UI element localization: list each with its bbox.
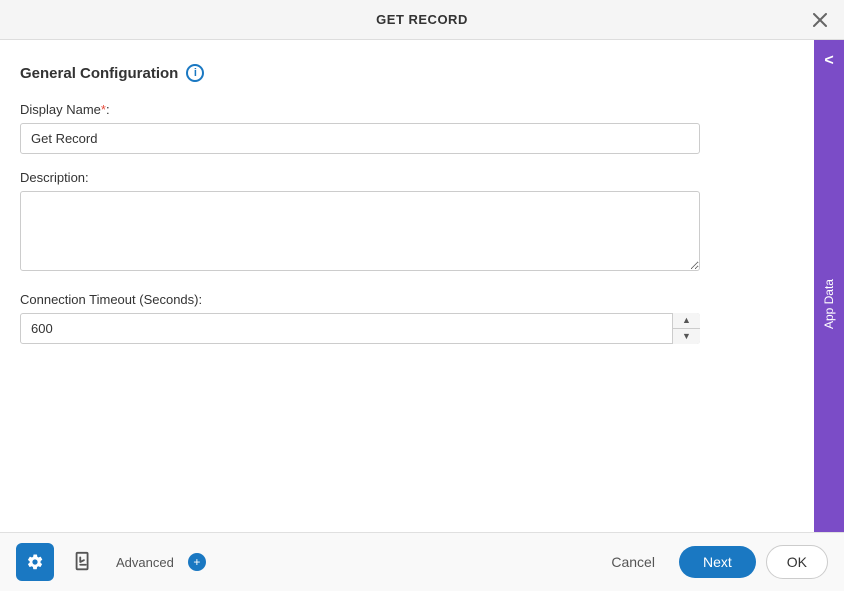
connection-timeout-label: Connection Timeout (Seconds): <box>20 292 794 307</box>
title-bar: GET RECORD <box>0 0 844 40</box>
form-area: General Configuration i Display Name*: D… <box>0 40 814 532</box>
connection-timeout-group: Connection Timeout (Seconds): ▲ ▼ <box>20 292 794 344</box>
section-title: General Configuration <box>20 65 178 82</box>
ok-button[interactable]: OK <box>766 545 828 579</box>
display-name-input[interactable] <box>20 123 700 154</box>
advanced-plus-button[interactable]: + <box>188 553 206 571</box>
spinner-wrapper: ▲ ▼ <box>20 313 700 344</box>
modal-title: GET RECORD <box>376 12 468 27</box>
next-button[interactable]: Next <box>679 546 756 578</box>
connection-timeout-input[interactable] <box>20 313 700 344</box>
toolbar-icons: Advanced + <box>16 543 597 581</box>
display-name-label: Display Name*: <box>20 102 794 117</box>
spinner-up-button[interactable]: ▲ <box>673 313 700 329</box>
display-name-group: Display Name*: <box>20 102 794 154</box>
gear-icon-button[interactable] <box>16 543 54 581</box>
footer-buttons: Cancel Next OK <box>597 545 828 579</box>
description-label: Description: <box>20 170 794 185</box>
sidebar-chevron-icon: < <box>814 40 844 76</box>
description-input[interactable] <box>20 191 700 271</box>
main-content: General Configuration i Display Name*: D… <box>0 40 844 532</box>
app-data-label: App Data <box>822 279 836 329</box>
advanced-label: Advanced <box>116 555 174 570</box>
bottom-toolbar: Advanced + Cancel Next OK <box>0 532 844 591</box>
spinner-down-button[interactable]: ▼ <box>673 329 700 344</box>
section-heading: General Configuration i <box>20 64 794 82</box>
close-button[interactable] <box>808 8 832 32</box>
cancel-button[interactable]: Cancel <box>597 546 669 578</box>
doc-icon-button[interactable] <box>64 543 102 581</box>
app-data-sidebar[interactable]: < App Data <box>814 40 844 532</box>
description-group: Description: <box>20 170 794 276</box>
info-icon[interactable]: i <box>186 64 204 82</box>
spinner-buttons: ▲ ▼ <box>672 313 700 344</box>
